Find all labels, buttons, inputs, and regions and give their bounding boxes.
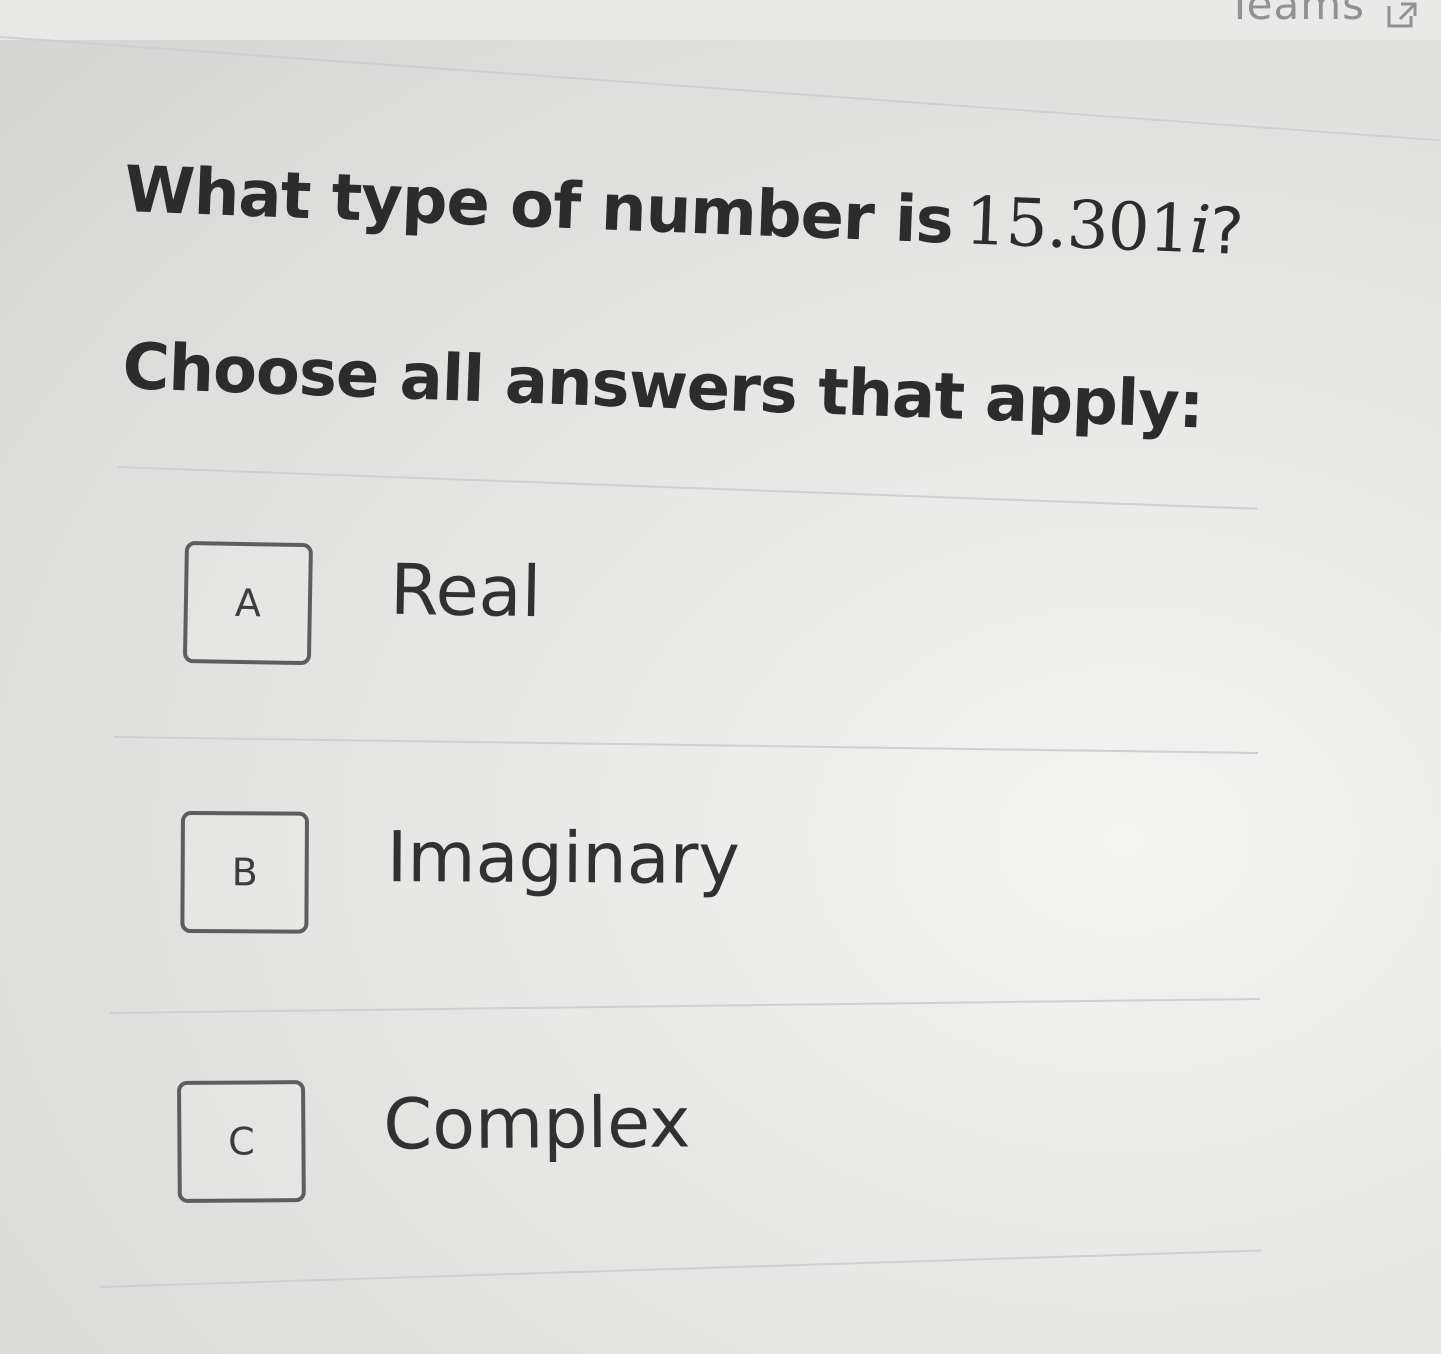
choice-divider (113, 736, 1258, 754)
instruction-text: Choose all answers that apply: (121, 330, 1205, 444)
choice-divider (109, 997, 1260, 1014)
math-number: 15.301 (963, 182, 1192, 268)
top-divider (0, 36, 1441, 142)
math-expression: 15.301i (963, 182, 1211, 268)
top-bar: Teams (0, 0, 1441, 40)
choice-letter: A (234, 580, 262, 626)
choice-letter: C (227, 1119, 255, 1164)
choice-checkbox[interactable]: C (177, 1080, 306, 1203)
choice-divider (99, 1249, 1262, 1288)
choice-complex[interactable]: C Complex (177, 1076, 898, 1221)
choice-label: Imaginary (386, 816, 741, 900)
question-mark: ? (1208, 194, 1245, 270)
choice-checkbox[interactable]: B (180, 811, 309, 934)
choice-label: Complex (383, 1081, 691, 1166)
choice-divider (117, 466, 1258, 510)
external-link-icon[interactable] (1385, 0, 1419, 30)
question-text: What type of number is 15.301i? (123, 150, 1244, 270)
teams-link[interactable]: Teams (1227, 0, 1365, 29)
choice-real[interactable]: A Real (182, 541, 905, 694)
question-prompt: What type of number is (123, 152, 955, 259)
choice-label: Real (389, 548, 542, 634)
choice-letter: B (231, 850, 258, 895)
choice-checkbox[interactable]: A (182, 541, 313, 666)
choice-imaginary[interactable]: B Imaginary (180, 811, 901, 955)
